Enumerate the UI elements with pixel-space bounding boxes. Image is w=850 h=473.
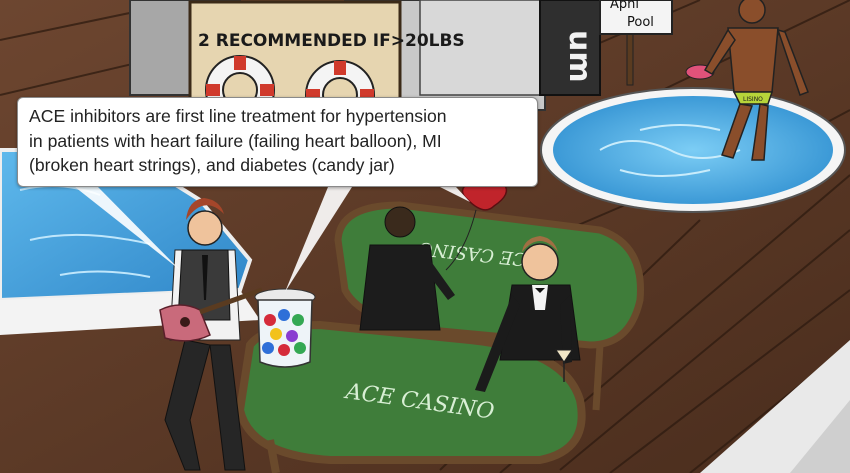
caption-box: ACE inhibitors are first line treatment … [17,97,538,187]
pool-sign-line2: Pool [627,15,654,30]
pool-sign-line1: Aphl [610,0,639,12]
caption-line-3: (broken heart strings), and diabetes (ca… [29,155,395,175]
illustration-scene: um 2 RECOMMENDED IF>20LBS Aphl Pool LISI… [0,0,850,473]
caption-line-2: in patients with heart failure (failing … [29,130,442,151]
round-pool-water [553,96,833,204]
caption-line-1: ACE inhibitors are first line treatment … [29,106,447,126]
swimsuit-text: LISINO [743,96,763,103]
recommended-sign-text: 2 RECOMMENDED IF>20LBS [198,31,465,51]
back-table-leg [592,344,604,411]
candy-jar [254,288,316,368]
vertical-sign-text: um [562,30,597,83]
